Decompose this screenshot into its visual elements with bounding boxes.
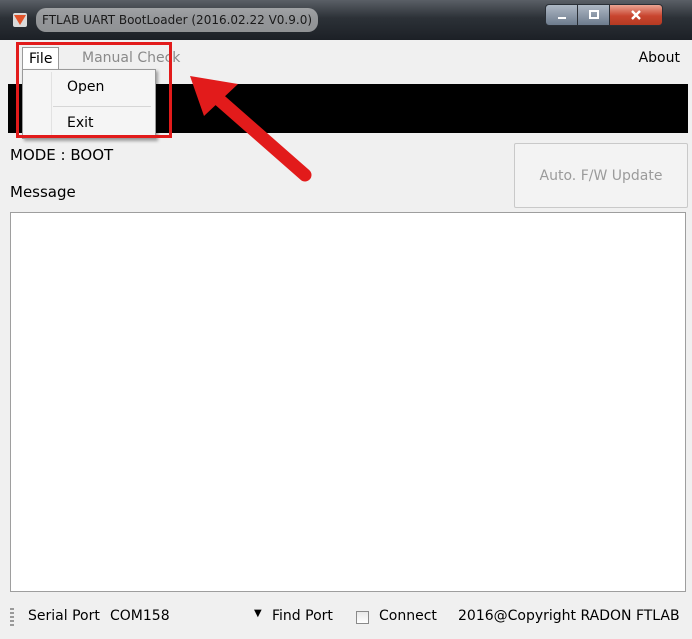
close-icon [631,10,641,20]
connect-checkbox[interactable] [356,611,369,624]
app-window: FTLAB UART BootLoader (2016.02.22 V0.9.0… [0,0,692,639]
minimize-button[interactable] [545,4,578,26]
chevron-down-icon[interactable]: ▼ [254,608,262,619]
app-icon [13,13,27,27]
copyright-text: 2016@Copyright RADON FTLAB [458,608,680,624]
client-area: File Manual Check About Open Exit MODE :… [8,40,688,635]
maximize-button[interactable] [577,4,610,26]
find-port-button[interactable]: Find Port [272,608,333,624]
title-bar[interactable]: FTLAB UART BootLoader (2016.02.22 V0.9.0… [0,0,692,40]
message-label: Message [10,183,76,201]
auto-fw-update-button[interactable]: Auto. F/W Update [514,143,688,208]
maximize-icon [588,10,599,19]
port-select[interactable]: COM158 [110,608,170,624]
message-textarea[interactable] [10,212,686,592]
status-bar: Serial Port COM158 ▼ Find Port Connect 2… [8,602,688,634]
grip-handle[interactable] [10,608,14,628]
window-title: FTLAB UART BootLoader (2016.02.22 V0.9.0… [36,8,319,32]
menu-about[interactable]: About [633,47,686,69]
annotation-highlight-box [16,42,172,138]
serial-port-label: Serial Port [28,608,100,624]
connect-label: Connect [379,608,437,624]
mode-label: MODE : BOOT [10,146,114,164]
close-button[interactable] [609,4,663,26]
minimize-icon [557,17,566,19]
